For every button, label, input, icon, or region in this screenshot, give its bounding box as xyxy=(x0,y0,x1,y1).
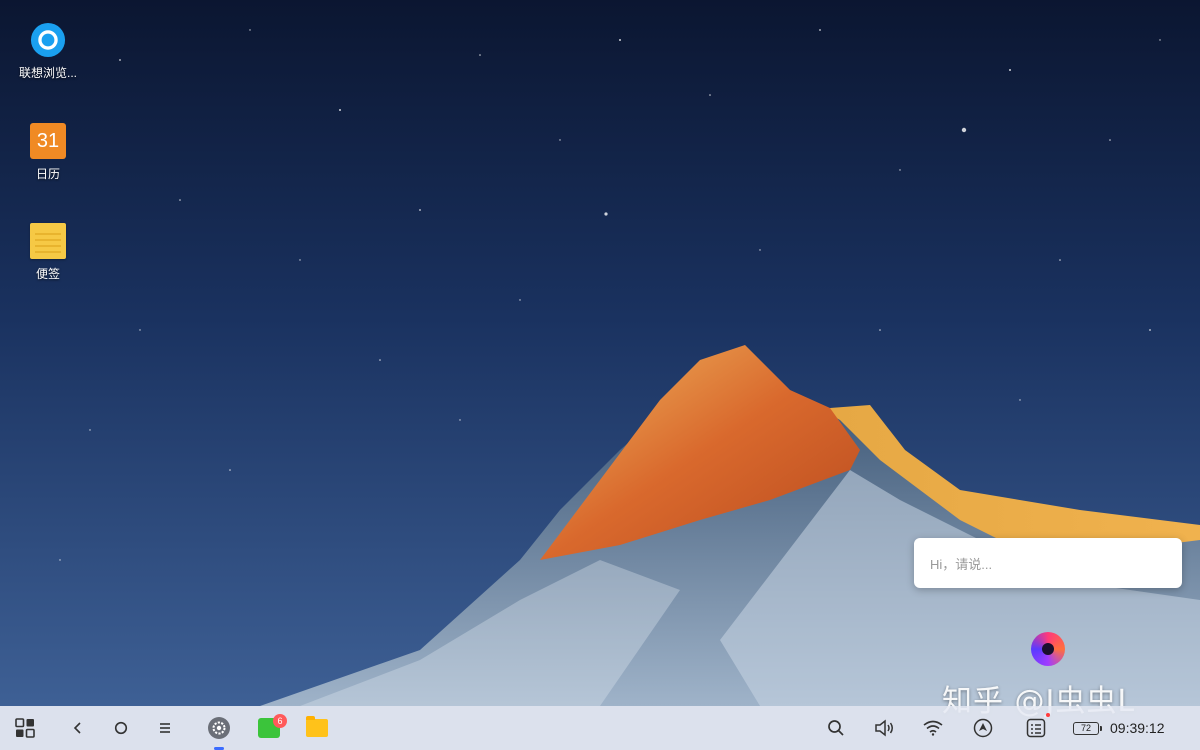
taskbar-app-settings[interactable] xyxy=(204,706,234,750)
wifi-icon xyxy=(923,720,943,736)
search-button[interactable] xyxy=(824,706,848,750)
folder-icon xyxy=(306,716,328,737)
settings-gear-icon xyxy=(208,717,230,739)
back-icon xyxy=(73,722,81,734)
navigation-arrow-icon xyxy=(973,718,993,738)
notification-dot xyxy=(1046,713,1050,717)
volume-button[interactable] xyxy=(872,706,898,750)
messages-app-icon: 6 xyxy=(258,714,287,738)
start-menu-button[interactable] xyxy=(10,706,40,750)
desktop-icon-calendar[interactable]: 31 日历 xyxy=(6,123,90,182)
home-button[interactable] xyxy=(108,706,134,750)
battery-icon: 72 xyxy=(1073,721,1102,735)
desktop-icon-label: 联想浏览... xyxy=(18,66,77,80)
desktop-icon-label: 日历 xyxy=(35,167,60,181)
taskbar-app-files[interactable] xyxy=(302,706,332,750)
back-button[interactable] xyxy=(66,706,90,750)
calendar-date-glyph: 31 xyxy=(36,129,60,152)
browser-icon xyxy=(30,22,66,58)
battery-level: 72 xyxy=(1080,723,1091,733)
volume-icon xyxy=(875,719,893,737)
wifi-button[interactable] xyxy=(920,706,946,750)
desktop-wallpaper xyxy=(0,0,1200,706)
taskbar-app-messages[interactable]: 6 xyxy=(254,706,287,750)
voice-assistant-orb-icon[interactable] xyxy=(1031,632,1065,666)
desktop-icon-notes[interactable]: 便签 xyxy=(6,223,90,282)
notes-icon xyxy=(30,223,66,259)
assistant-placeholder: Hi，请说... xyxy=(930,556,993,572)
recents-icon xyxy=(160,723,170,733)
notification-list-icon xyxy=(1026,718,1046,738)
navigation-button[interactable] xyxy=(970,706,996,750)
calendar-icon: 31 xyxy=(30,123,66,159)
system-clock[interactable]: 09:39:12 xyxy=(1110,706,1165,750)
voice-assistant-input[interactable]: Hi，请说... xyxy=(914,538,1182,588)
desktop-icon-browser[interactable]: 联想浏览... xyxy=(6,22,90,81)
search-icon xyxy=(828,720,844,736)
notification-center-button[interactable] xyxy=(1022,706,1050,750)
notification-badge: 6 xyxy=(273,714,287,728)
home-icon xyxy=(114,721,128,735)
desktop-icon-label: 便签 xyxy=(35,267,60,281)
start-menu-icon xyxy=(15,718,35,738)
taskbar: 6 72 09:39:12 xyxy=(0,706,1200,750)
battery-indicator[interactable]: 72 xyxy=(1070,706,1102,750)
recents-button[interactable] xyxy=(152,706,178,750)
